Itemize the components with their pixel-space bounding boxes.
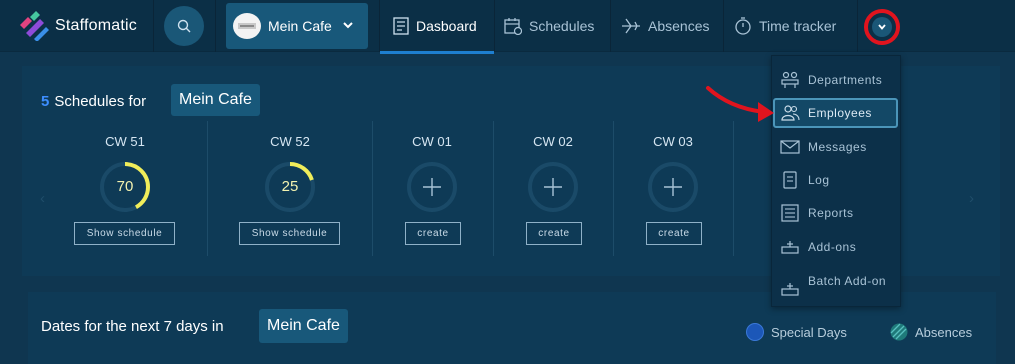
show-schedule-button[interactable]: Show schedule bbox=[74, 222, 175, 245]
special-days-legend-icon bbox=[746, 323, 764, 341]
legend-special-days: Special Days bbox=[771, 325, 847, 340]
menu-item-label: Employees bbox=[808, 106, 872, 120]
legend-absences: Absences bbox=[915, 325, 973, 340]
divider bbox=[215, 0, 216, 52]
employees-icon bbox=[780, 104, 800, 125]
annotation-arrow bbox=[706, 86, 774, 122]
create-button[interactable]: create bbox=[526, 222, 582, 245]
menu-item-label: Reports bbox=[808, 206, 854, 220]
divider bbox=[153, 0, 154, 52]
nav-absences-label: Absences bbox=[648, 18, 710, 34]
plus-icon[interactable] bbox=[405, 160, 459, 214]
week-label: CW 01 bbox=[412, 134, 452, 149]
progress-value: 25 bbox=[281, 178, 299, 195]
divider bbox=[494, 0, 495, 52]
nav-time-tracker-label: Time tracker bbox=[759, 18, 837, 34]
schedules-count: 5 bbox=[41, 93, 50, 110]
stopwatch-icon bbox=[734, 17, 752, 35]
create-button[interactable]: create bbox=[646, 222, 702, 245]
company-avatar bbox=[233, 13, 261, 39]
annotation-circle bbox=[864, 9, 900, 45]
active-tab-indicator bbox=[380, 51, 494, 54]
week-label: CW 03 bbox=[653, 134, 693, 149]
envelope-icon bbox=[780, 138, 800, 159]
schedules-title: Schedules for bbox=[54, 93, 147, 110]
nav-dashboard[interactable]: Dasboard bbox=[393, 0, 477, 52]
nav-time-tracker[interactable]: Time tracker bbox=[734, 0, 836, 52]
divider bbox=[857, 0, 858, 52]
week-label: CW 02 bbox=[533, 134, 573, 149]
top-navigation-bar: Staffomatic Mein Cafe Dasboard Schedules… bbox=[0, 0, 1015, 54]
absences-legend-icon bbox=[890, 323, 908, 341]
menu-item-label: Batch Add-on bbox=[808, 274, 887, 288]
create-button[interactable]: create bbox=[405, 222, 461, 245]
next-arrow-icon[interactable]: › bbox=[969, 190, 974, 207]
batch-addon-icon bbox=[780, 280, 800, 301]
menu-item-label: Add-ons bbox=[808, 240, 857, 254]
search-icon bbox=[177, 19, 191, 33]
nav-dashboard-label: Dasboard bbox=[416, 18, 477, 34]
progress-value: 70 bbox=[116, 178, 134, 195]
search-button[interactable] bbox=[164, 6, 204, 46]
nav-schedules-label: Schedules bbox=[529, 18, 595, 34]
week-label: CW 52 bbox=[270, 134, 310, 149]
dashboard-icon bbox=[393, 17, 409, 35]
divider bbox=[379, 0, 380, 52]
brand-name[interactable]: Staffomatic bbox=[55, 17, 137, 35]
previous-arrow-icon[interactable]: ‹ bbox=[40, 190, 45, 207]
chevron-down-icon bbox=[343, 22, 353, 29]
menu-item-label: Log bbox=[808, 173, 830, 187]
calendar-icon bbox=[504, 17, 522, 35]
show-schedule-button[interactable]: Show schedule bbox=[239, 222, 340, 245]
dates-company-tag: Mein Cafe bbox=[259, 309, 348, 343]
column-divider bbox=[207, 121, 208, 256]
divider bbox=[723, 0, 724, 52]
plus-icon[interactable] bbox=[526, 160, 580, 214]
week-label: CW 51 bbox=[105, 134, 145, 149]
nav-schedules[interactable]: Schedules bbox=[504, 0, 594, 52]
plus-icon[interactable] bbox=[646, 160, 700, 214]
staffomatic-logo-icon bbox=[20, 11, 49, 41]
nav-absences[interactable]: Absences bbox=[621, 0, 709, 52]
schedules-company-tag: Mein Cafe bbox=[171, 84, 260, 116]
log-icon bbox=[780, 171, 800, 192]
schedules-heading: 5 Schedules for bbox=[41, 93, 146, 110]
menu-item-label: Departments bbox=[808, 73, 883, 87]
airplane-icon bbox=[621, 17, 641, 35]
menu-item-label: Messages bbox=[808, 140, 867, 154]
company-name: Mein Cafe bbox=[268, 18, 332, 34]
reports-icon bbox=[780, 204, 800, 225]
divider bbox=[610, 0, 611, 52]
dates-heading: Dates for the next 7 days in bbox=[41, 318, 224, 335]
addons-icon bbox=[780, 238, 800, 259]
departments-icon bbox=[780, 71, 800, 92]
company-selector[interactable]: Mein Cafe bbox=[226, 3, 368, 49]
